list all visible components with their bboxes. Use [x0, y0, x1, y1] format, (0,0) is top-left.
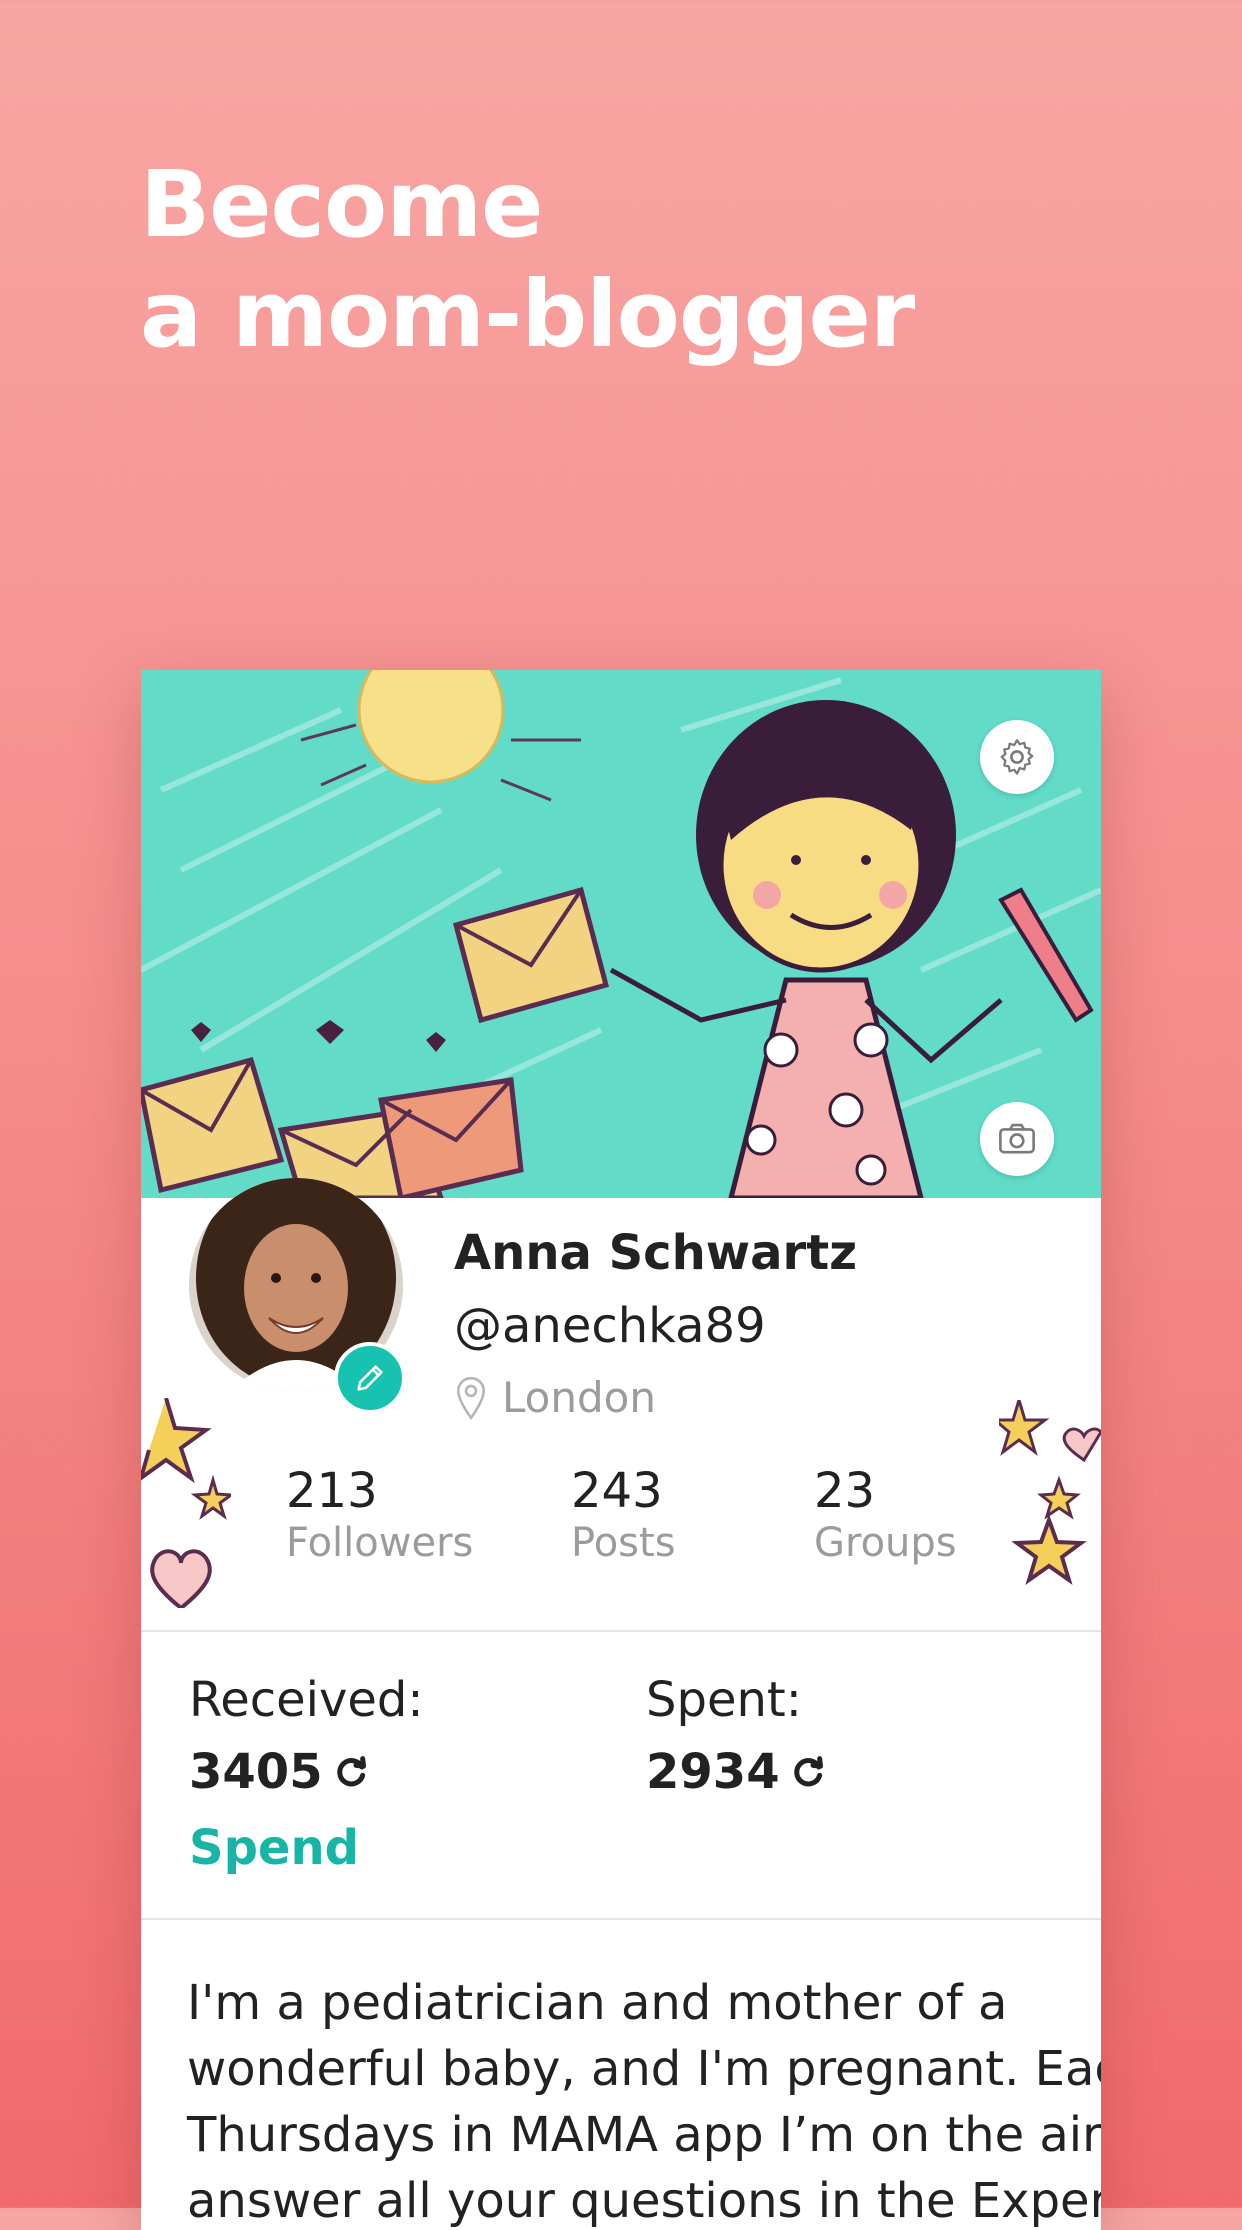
- bio-line: answer all your questions in the Expert: [187, 2173, 1101, 2229]
- bio-line: Thursdays in MAMA app I’m on the air: [187, 2107, 1101, 2163]
- stat-posts[interactable]: 243 Posts: [571, 1463, 676, 1567]
- received-amount: 3405: [189, 1744, 323, 1800]
- bio-line: wonderful baby, and I'm pregnant. Each: [187, 2041, 1101, 2097]
- received-label: Received:: [189, 1672, 424, 1728]
- divider: [141, 1630, 1101, 1632]
- headline-line-1: Become: [140, 151, 544, 258]
- profile-name: Anna Schwartz: [454, 1225, 858, 1281]
- stat-value: 23: [814, 1463, 876, 1519]
- spent-label: Spent:: [646, 1672, 802, 1728]
- cover-image: [141, 670, 1101, 1198]
- headline-line-2: a mom-blogger: [140, 261, 915, 368]
- headline: Become a mom-blogger: [140, 150, 915, 370]
- change-cover-button[interactable]: [980, 1102, 1054, 1176]
- edit-avatar-button[interactable]: [334, 1342, 406, 1414]
- spent-value: 2934: [646, 1742, 828, 1802]
- stat-groups[interactable]: 23 Groups: [814, 1463, 957, 1567]
- settings-button[interactable]: [980, 720, 1054, 794]
- pencil-icon: [357, 1365, 383, 1391]
- spent-balance: Spent: 2934: [646, 1670, 828, 1802]
- divider: [141, 1918, 1101, 1920]
- profile-bio: I'm a pediatrician and mother of a wonde…: [187, 1970, 1101, 2230]
- profile-handle: @anechka89: [454, 1298, 766, 1354]
- stat-label: Followers: [286, 1520, 474, 1566]
- coin-refresh-icon: [793, 1756, 823, 1787]
- stat-value: 243: [571, 1463, 663, 1519]
- spend-button[interactable]: Spend: [189, 1820, 359, 1876]
- profile-location: London: [454, 1373, 656, 1422]
- stat-value: 213: [286, 1463, 378, 1519]
- profile-stats: 213 Followers 243 Posts 23 Groups: [141, 1463, 1101, 1583]
- spent-amount: 2934: [646, 1744, 780, 1800]
- coin-refresh-icon: [336, 1756, 366, 1787]
- location-text: London: [502, 1373, 656, 1422]
- cover-drawing: [141, 670, 1101, 1198]
- received-value: 3405: [189, 1742, 424, 1802]
- received-balance: Received: 3405: [189, 1670, 424, 1802]
- gear-icon: [1000, 739, 1034, 775]
- stat-label: Groups: [814, 1520, 957, 1566]
- camera-icon: [999, 1123, 1035, 1154]
- stat-followers[interactable]: 213 Followers: [286, 1463, 473, 1567]
- location-pin-icon: [456, 1376, 486, 1420]
- stat-label: Posts: [571, 1520, 676, 1566]
- profile-card: Anna Schwartz @anechka89 London 213 Foll…: [141, 670, 1101, 2230]
- bio-line: I'm a pediatrician and mother of a: [187, 1975, 1008, 2031]
